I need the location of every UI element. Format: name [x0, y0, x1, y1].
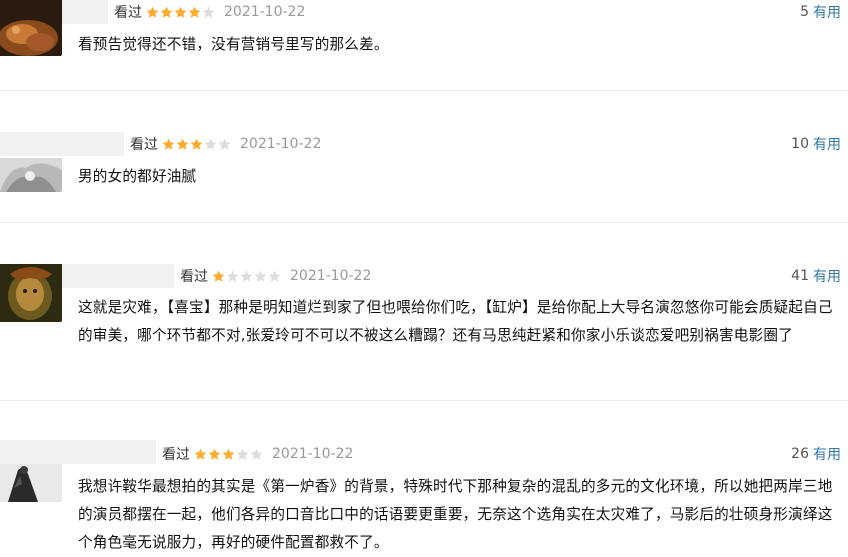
review-meta: 看过 2021-10-22: [180, 266, 371, 286]
review-meta: 看过 2021-10-22: [162, 444, 353, 464]
star-empty-icon: [204, 138, 217, 151]
star-filled-icon: [208, 448, 221, 461]
avatar[interactable]: [0, 158, 62, 192]
avatar[interactable]: [0, 0, 62, 56]
star-empty-icon: [250, 448, 263, 461]
rating-stars: [146, 6, 216, 19]
star-filled-icon: [162, 138, 175, 151]
vote-count: 41: [791, 268, 809, 284]
username-redacted[interactable]: [0, 440, 156, 464]
star-empty-icon: [254, 270, 267, 283]
watched-status: 看过: [130, 137, 158, 153]
rating-stars: [194, 448, 264, 461]
vote-area: 26 有用: [791, 444, 841, 464]
useful-button[interactable]: 有用: [813, 444, 841, 464]
review-content: 男的女的都好油腻: [78, 168, 197, 185]
review-item: 看过 2021-10-22 10 有用 男的女的都好油腻: [0, 130, 848, 222]
avatar[interactable]: [0, 264, 62, 322]
review-date: 2021-10-22: [272, 446, 354, 462]
useful-button[interactable]: 有用: [813, 2, 841, 22]
star-empty-icon: [226, 270, 239, 283]
star-empty-icon: [218, 138, 231, 151]
useful-button[interactable]: 有用: [813, 266, 841, 286]
username-redacted[interactable]: [62, 264, 174, 288]
divider: [0, 90, 848, 91]
review-content: 这就是灾难，【喜宝】那种是明知道烂到家了但也喂给你们吃，【缸炉】是给你配上大导名…: [78, 299, 833, 344]
star-filled-icon: [194, 448, 207, 461]
vote-count: 26: [791, 446, 809, 462]
star-empty-icon: [202, 6, 215, 19]
vote-count: 5: [800, 4, 809, 20]
star-empty-icon: [240, 270, 253, 283]
review-content: 我想许鞍华最想拍的其实是《第一炉香》的背景，特殊时代下那种复杂的混乱的多元的文化…: [78, 478, 833, 551]
review-date: 2021-10-22: [224, 4, 306, 20]
vote-area: 10 有用: [791, 134, 841, 154]
vote-count: 10: [791, 136, 809, 152]
star-filled-icon: [146, 6, 159, 19]
review-meta: 看过 2021-10-22: [130, 134, 321, 154]
review-date: 2021-10-22: [290, 268, 372, 284]
star-filled-icon: [212, 270, 225, 283]
review-item: 看过 2021-10-22 41 有用 这就是灾难，【喜宝】那种是明知道烂到家了…: [0, 262, 848, 400]
username-redacted[interactable]: [62, 0, 108, 24]
username-redacted[interactable]: [0, 132, 124, 156]
star-filled-icon: [188, 6, 201, 19]
rating-stars: [212, 270, 282, 283]
star-filled-icon: [190, 138, 203, 151]
review-meta: 看过 2021-10-22: [114, 2, 305, 22]
star-filled-icon: [160, 6, 173, 19]
rating-stars: [162, 138, 232, 151]
star-filled-icon: [176, 138, 189, 151]
vote-area: 41 有用: [791, 266, 841, 286]
star-empty-icon: [268, 270, 281, 283]
vote-area: 5 有用: [800, 2, 841, 22]
star-filled-icon: [222, 448, 235, 461]
star-filled-icon: [174, 6, 187, 19]
watched-status: 看过: [180, 269, 208, 285]
review-content: 看预告觉得还不错，没有营销号里写的那么差。: [78, 36, 389, 53]
watched-status: 看过: [162, 447, 190, 463]
review-item: 看过 2021-10-22 5 有用 看预告觉得还不错，没有营销号里写的那么差。: [0, 0, 848, 90]
divider: [0, 222, 848, 223]
divider: [0, 400, 848, 401]
useful-button[interactable]: 有用: [813, 134, 841, 154]
avatar[interactable]: [0, 464, 62, 502]
review-item: 看过 2021-10-22 26 有用 我想许鞍华最想拍的其实是《第一炉香》的背…: [0, 440, 848, 551]
star-empty-icon: [236, 448, 249, 461]
watched-status: 看过: [114, 5, 142, 21]
review-date: 2021-10-22: [240, 136, 322, 152]
